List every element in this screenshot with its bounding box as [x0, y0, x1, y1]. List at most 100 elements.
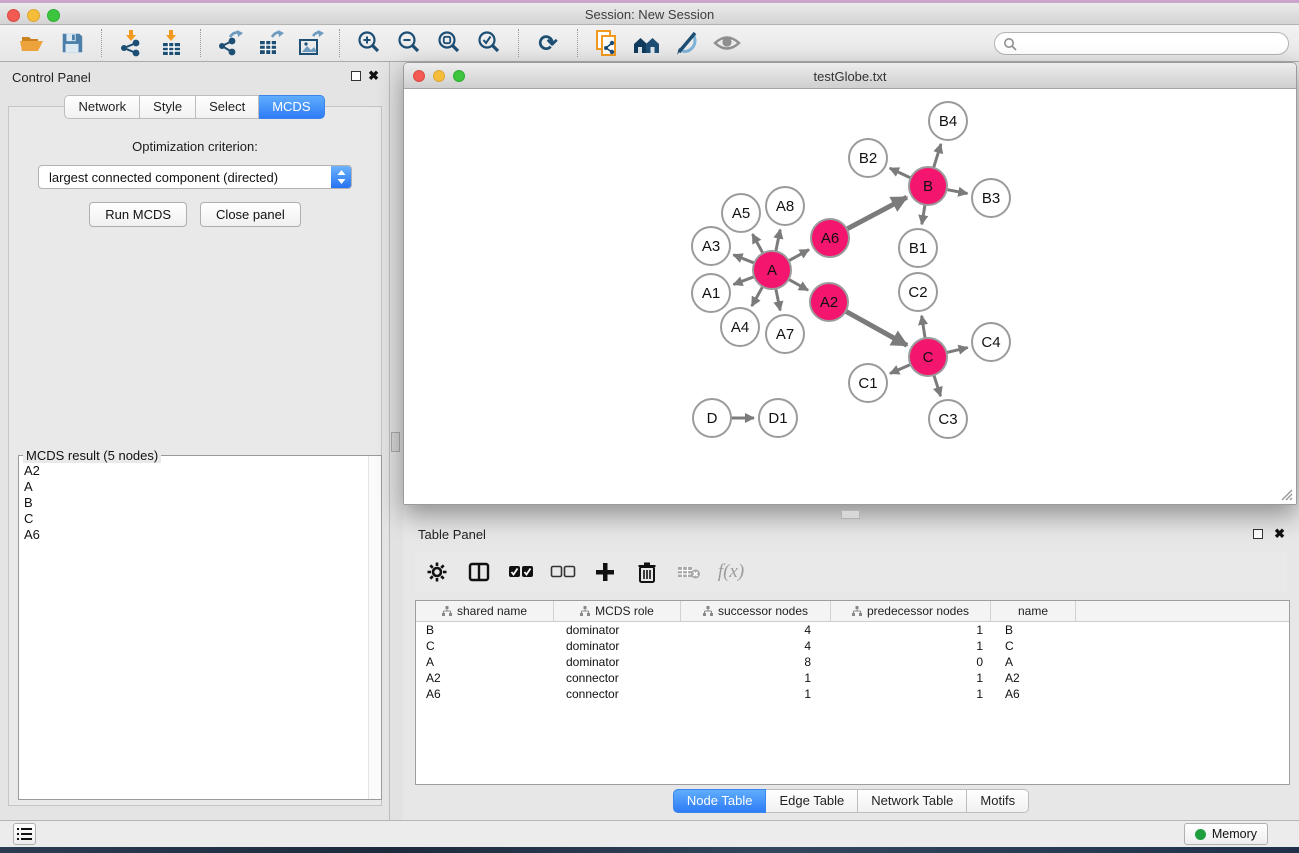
cell-successor-nodes[interactable]: 4 [681, 622, 831, 638]
tab-network[interactable]: Network [64, 95, 140, 119]
cell-MCDS-role[interactable]: dominator [554, 638, 681, 654]
cell-MCDS-role[interactable]: connector [554, 670, 681, 686]
graph-edge-A-A1[interactable] [733, 277, 754, 285]
app-titlebar[interactable]: Session: New Session [0, 3, 1299, 25]
cell-shared-name[interactable]: A6 [416, 686, 554, 702]
cell-predecessor-nodes[interactable]: 1 [831, 622, 991, 638]
close-table-panel-icon[interactable]: ✖ [1274, 526, 1285, 542]
zoom-fit-button[interactable] [432, 27, 466, 59]
vertical-split-divider[interactable] [390, 62, 403, 820]
graph-edge-A6-B[interactable] [847, 197, 907, 229]
cell-name[interactable]: A [991, 654, 1076, 670]
new-network-from-selection-button[interactable] [590, 27, 624, 59]
save-session-button[interactable] [55, 27, 89, 59]
memory-button[interactable]: Memory [1184, 823, 1268, 845]
graph-edge-B-B1[interactable] [922, 205, 925, 225]
zoom-out-button[interactable] [392, 27, 426, 59]
graphics-details-button[interactable] [670, 27, 704, 59]
graph-edge-A-A7[interactable] [776, 289, 780, 311]
network-canvas[interactable]: B4B2BB3A8A5A6A3B1AC2A1A2A4A7C4CC1C3DD1 [404, 89, 1296, 504]
zoom-selected-button[interactable] [472, 27, 506, 59]
graph-edge-A-A2[interactable] [789, 279, 809, 290]
export-image-button[interactable] [293, 27, 327, 59]
cell-MCDS-role[interactable]: dominator [554, 654, 681, 670]
show-hide-button[interactable] [710, 27, 744, 59]
delete-table-button[interactable] [675, 558, 703, 586]
result-scrollbar-track[interactable] [368, 456, 381, 799]
cell-successor-nodes[interactable]: 4 [681, 638, 831, 654]
cell-name[interactable]: B [991, 622, 1076, 638]
refresh-view-button[interactable]: ⟳ [531, 27, 565, 59]
cell-shared-name[interactable]: B [416, 622, 554, 638]
select-all-columns-button[interactable] [507, 558, 535, 586]
tab-select[interactable]: Select [196, 95, 259, 119]
table-row[interactable]: Bdominator41B [416, 622, 1289, 638]
delete-column-button[interactable] [633, 558, 661, 586]
column-header-shared-name[interactable]: shared name [416, 601, 554, 621]
cell-shared-name[interactable]: C [416, 638, 554, 654]
cell-predecessor-nodes[interactable]: 1 [831, 638, 991, 654]
graph-edge-A-A4[interactable] [752, 287, 763, 307]
task-history-button[interactable] [13, 823, 36, 845]
result-item[interactable]: A [24, 479, 367, 495]
table-row[interactable]: A2connector11A2 [416, 670, 1289, 686]
tab-motifs[interactable]: Motifs [967, 789, 1029, 813]
cell-predecessor-nodes[interactable]: 0 [831, 654, 991, 670]
add-column-button[interactable] [591, 558, 619, 586]
import-network-button[interactable] [114, 27, 148, 59]
cell-name[interactable]: C [991, 638, 1076, 654]
network-graph[interactable]: B4B2BB3A8A5A6A3B1AC2A1A2A4A7C4CC1C3DD1 [404, 89, 1296, 504]
cell-name[interactable]: A6 [991, 686, 1076, 702]
graph-edge-C-C2[interactable] [922, 316, 925, 339]
vertical-divider-handle[interactable] [391, 432, 400, 452]
tab-network-table[interactable]: Network Table [858, 789, 967, 813]
table-row[interactable]: A6connector11A6 [416, 686, 1289, 702]
tab-mcds[interactable]: MCDS [259, 95, 324, 119]
result-item[interactable]: A2 [24, 463, 367, 479]
tab-edge-table[interactable]: Edge Table [766, 789, 858, 813]
table-row[interactable]: Adominator80A [416, 654, 1289, 670]
search-box[interactable] [994, 32, 1289, 55]
network-window-titlebar[interactable]: testGlobe.txt [404, 63, 1296, 89]
graph-edge-A-A5[interactable] [752, 234, 762, 253]
result-item[interactable]: A6 [24, 527, 367, 543]
export-table-button[interactable] [253, 27, 287, 59]
mcds-result-list[interactable]: A2ABCA6 [20, 459, 367, 798]
graph-edge-B-B2[interactable] [890, 168, 911, 178]
function-builder-button[interactable]: f(x) [717, 558, 745, 586]
cell-shared-name[interactable]: A [416, 654, 554, 670]
cell-shared-name[interactable]: A2 [416, 670, 554, 686]
zoom-in-button[interactable] [352, 27, 386, 59]
import-table-button[interactable] [154, 27, 188, 59]
result-item[interactable]: C [24, 511, 367, 527]
column-header-successor-nodes[interactable]: successor nodes [681, 601, 831, 621]
graph-edge-A-A3[interactable] [733, 255, 754, 263]
close-panel-icon[interactable]: ✖ [368, 68, 379, 84]
tab-node-table[interactable]: Node Table [673, 789, 767, 813]
cell-successor-nodes[interactable]: 1 [681, 686, 831, 702]
graph-edge-A2-C[interactable] [846, 311, 907, 345]
horizontal-divider-handle[interactable] [841, 510, 860, 519]
graph-edge-B-B3[interactable] [947, 190, 968, 194]
graph-edge-C-C4[interactable] [946, 348, 967, 353]
graph-edge-C-C3[interactable] [934, 375, 941, 396]
run-mcds-button[interactable]: Run MCDS [89, 202, 187, 227]
graph-edge-C-C1[interactable] [890, 365, 911, 374]
cell-successor-nodes[interactable]: 1 [681, 670, 831, 686]
search-input[interactable] [1022, 34, 1288, 53]
export-network-button[interactable] [213, 27, 247, 59]
column-header-predecessor-nodes[interactable]: predecessor nodes [831, 601, 991, 621]
graph-edge-B-B4[interactable] [934, 144, 941, 168]
resize-grip-icon[interactable] [1279, 487, 1293, 501]
criterion-select[interactable]: largest connected component (directed) [38, 165, 352, 189]
column-header-name[interactable]: name [991, 601, 1076, 621]
cell-successor-nodes[interactable]: 8 [681, 654, 831, 670]
column-header-MCDS-role[interactable]: MCDS role [554, 601, 681, 621]
float-panel-icon[interactable] [351, 71, 361, 81]
result-item[interactable]: B [24, 495, 367, 511]
tab-style[interactable]: Style [140, 95, 196, 119]
cell-MCDS-role[interactable]: dominator [554, 622, 681, 638]
close-mcds-panel-button[interactable]: Close panel [200, 202, 301, 227]
cell-predecessor-nodes[interactable]: 1 [831, 686, 991, 702]
deselect-all-columns-button[interactable] [549, 558, 577, 586]
